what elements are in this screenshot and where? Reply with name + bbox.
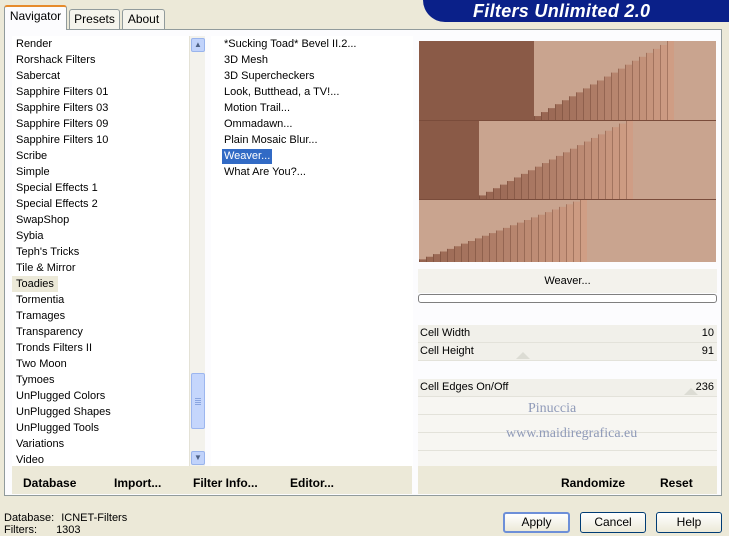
- param-row-cell-width[interactable]: Cell Width 10: [418, 325, 717, 343]
- param-label: Cell Edges On/Off: [420, 381, 509, 393]
- status-value: 1303: [56, 524, 81, 536]
- category-item[interactable]: Tramages: [12, 308, 190, 324]
- category-item[interactable]: Tronds Filters II: [12, 340, 190, 356]
- category-item[interactable]: Sybia: [12, 228, 190, 244]
- category-item[interactable]: Variations: [12, 436, 190, 452]
- category-item[interactable]: Tymoes: [12, 372, 190, 388]
- filter-item[interactable]: What Are You?...: [222, 165, 308, 180]
- param-value: 236: [695, 381, 714, 393]
- category-item[interactable]: Rorshack Filters: [12, 52, 190, 68]
- tab-presets[interactable]: Presets: [69, 9, 120, 29]
- watermark-name: Pinuccia: [528, 401, 577, 416]
- status-label: Filters:: [4, 524, 37, 536]
- category-item[interactable]: Sapphire Filters 09: [12, 116, 190, 132]
- chevron-up-icon: ▲: [194, 40, 202, 49]
- category-item[interactable]: Toadies: [12, 276, 58, 292]
- status-value: ICNET-Filters: [61, 512, 128, 524]
- status-label: Database:: [4, 512, 55, 524]
- category-item[interactable]: SwapShop: [12, 212, 190, 228]
- watermark-url: www.maidiregrafica.eu: [506, 426, 638, 441]
- filter-list[interactable]: *Sucking Toad* Bevel II.2... 3D Mesh 3D Su…: [211, 36, 413, 468]
- category-item[interactable]: Tormentia: [12, 292, 190, 308]
- filter-item[interactable]: Weaver...: [222, 149, 273, 164]
- filter-item[interactable]: Motion Trail...: [222, 101, 292, 116]
- help-button[interactable]: Help: [656, 512, 722, 533]
- app-banner: Filters Unlimited 2.0: [423, 0, 729, 22]
- randomize-link[interactable]: Randomize: [561, 476, 625, 490]
- status-database: Database: ICNET-Filters: [4, 512, 127, 524]
- parameter-area: Cell Width 10 Cell Height 91 Cell Edges …: [418, 325, 717, 469]
- category-item[interactable]: Sapphire Filters 10: [12, 132, 190, 148]
- app-title: Filters Unlimited 2.0: [473, 1, 651, 21]
- filter-preview-image: [419, 41, 716, 262]
- category-scrollbar[interactable]: ▲ ▼: [189, 36, 205, 468]
- category-item[interactable]: Special Effects 2: [12, 196, 190, 212]
- chevron-down-icon: ▼: [194, 453, 202, 462]
- apply-button[interactable]: Apply: [503, 512, 570, 533]
- slider-marker: [516, 352, 530, 359]
- tab-about[interactable]: About: [122, 9, 165, 29]
- category-list[interactable]: Render Rorshack Filters Sabercat Sapphire F…: [12, 36, 190, 468]
- param-row-cell-height[interactable]: Cell Height 91: [418, 343, 717, 361]
- category-item[interactable]: Sapphire Filters 01: [12, 84, 190, 100]
- status-filters: Filters: 1303: [4, 524, 81, 536]
- category-item[interactable]: Sabercat: [12, 68, 190, 84]
- category-item[interactable]: Sapphire Filters 03: [12, 100, 190, 116]
- category-item[interactable]: Teph's Tricks: [12, 244, 190, 260]
- category-item[interactable]: UnPlugged Shapes: [12, 404, 190, 420]
- reset-link[interactable]: Reset: [660, 476, 693, 490]
- slider-marker: [684, 388, 698, 395]
- param-label: Cell Height: [420, 345, 474, 357]
- progress-bar: [418, 294, 717, 303]
- filter-item[interactable]: 3D Supercheckers: [222, 69, 317, 84]
- filter-info-link[interactable]: Filter Info...: [193, 476, 258, 490]
- tab-navigator[interactable]: Navigator: [4, 5, 67, 30]
- scroll-down-button[interactable]: ▼: [191, 451, 205, 465]
- filter-item[interactable]: Look, Butthead, a TV!...: [222, 85, 341, 100]
- category-item[interactable]: Simple: [12, 164, 190, 180]
- category-item[interactable]: UnPlugged Tools: [12, 420, 190, 436]
- import-link[interactable]: Import...: [114, 476, 161, 490]
- category-item[interactable]: UnPlugged Colors: [12, 388, 190, 404]
- category-item[interactable]: Render: [12, 36, 190, 52]
- category-item[interactable]: Tile & Mirror: [12, 260, 190, 276]
- scroll-up-button[interactable]: ▲: [191, 38, 205, 52]
- category-item[interactable]: Special Effects 1: [12, 180, 190, 196]
- filter-item[interactable]: Plain Mosaic Blur...: [222, 133, 320, 148]
- category-item[interactable]: Transparency: [12, 324, 190, 340]
- param-value: 10: [701, 327, 714, 339]
- editor-link[interactable]: Editor...: [290, 476, 334, 490]
- filter-item[interactable]: 3D Mesh: [222, 53, 270, 68]
- param-row-cell-edges[interactable]: Cell Edges On/Off 236: [418, 379, 717, 397]
- param-label: Cell Width: [420, 327, 471, 339]
- category-item[interactable]: Scribe: [12, 148, 190, 164]
- category-item[interactable]: Two Moon: [12, 356, 190, 372]
- scroll-thumb[interactable]: [191, 373, 205, 429]
- param-value: 91: [701, 345, 714, 357]
- preview-filter-name: Weaver...: [418, 269, 717, 293]
- filter-item[interactable]: *Sucking Toad* Bevel II.2...: [222, 37, 359, 52]
- cancel-button[interactable]: Cancel: [580, 512, 646, 533]
- database-link[interactable]: Database: [23, 476, 76, 490]
- filter-item[interactable]: Ommadawn...: [222, 117, 294, 132]
